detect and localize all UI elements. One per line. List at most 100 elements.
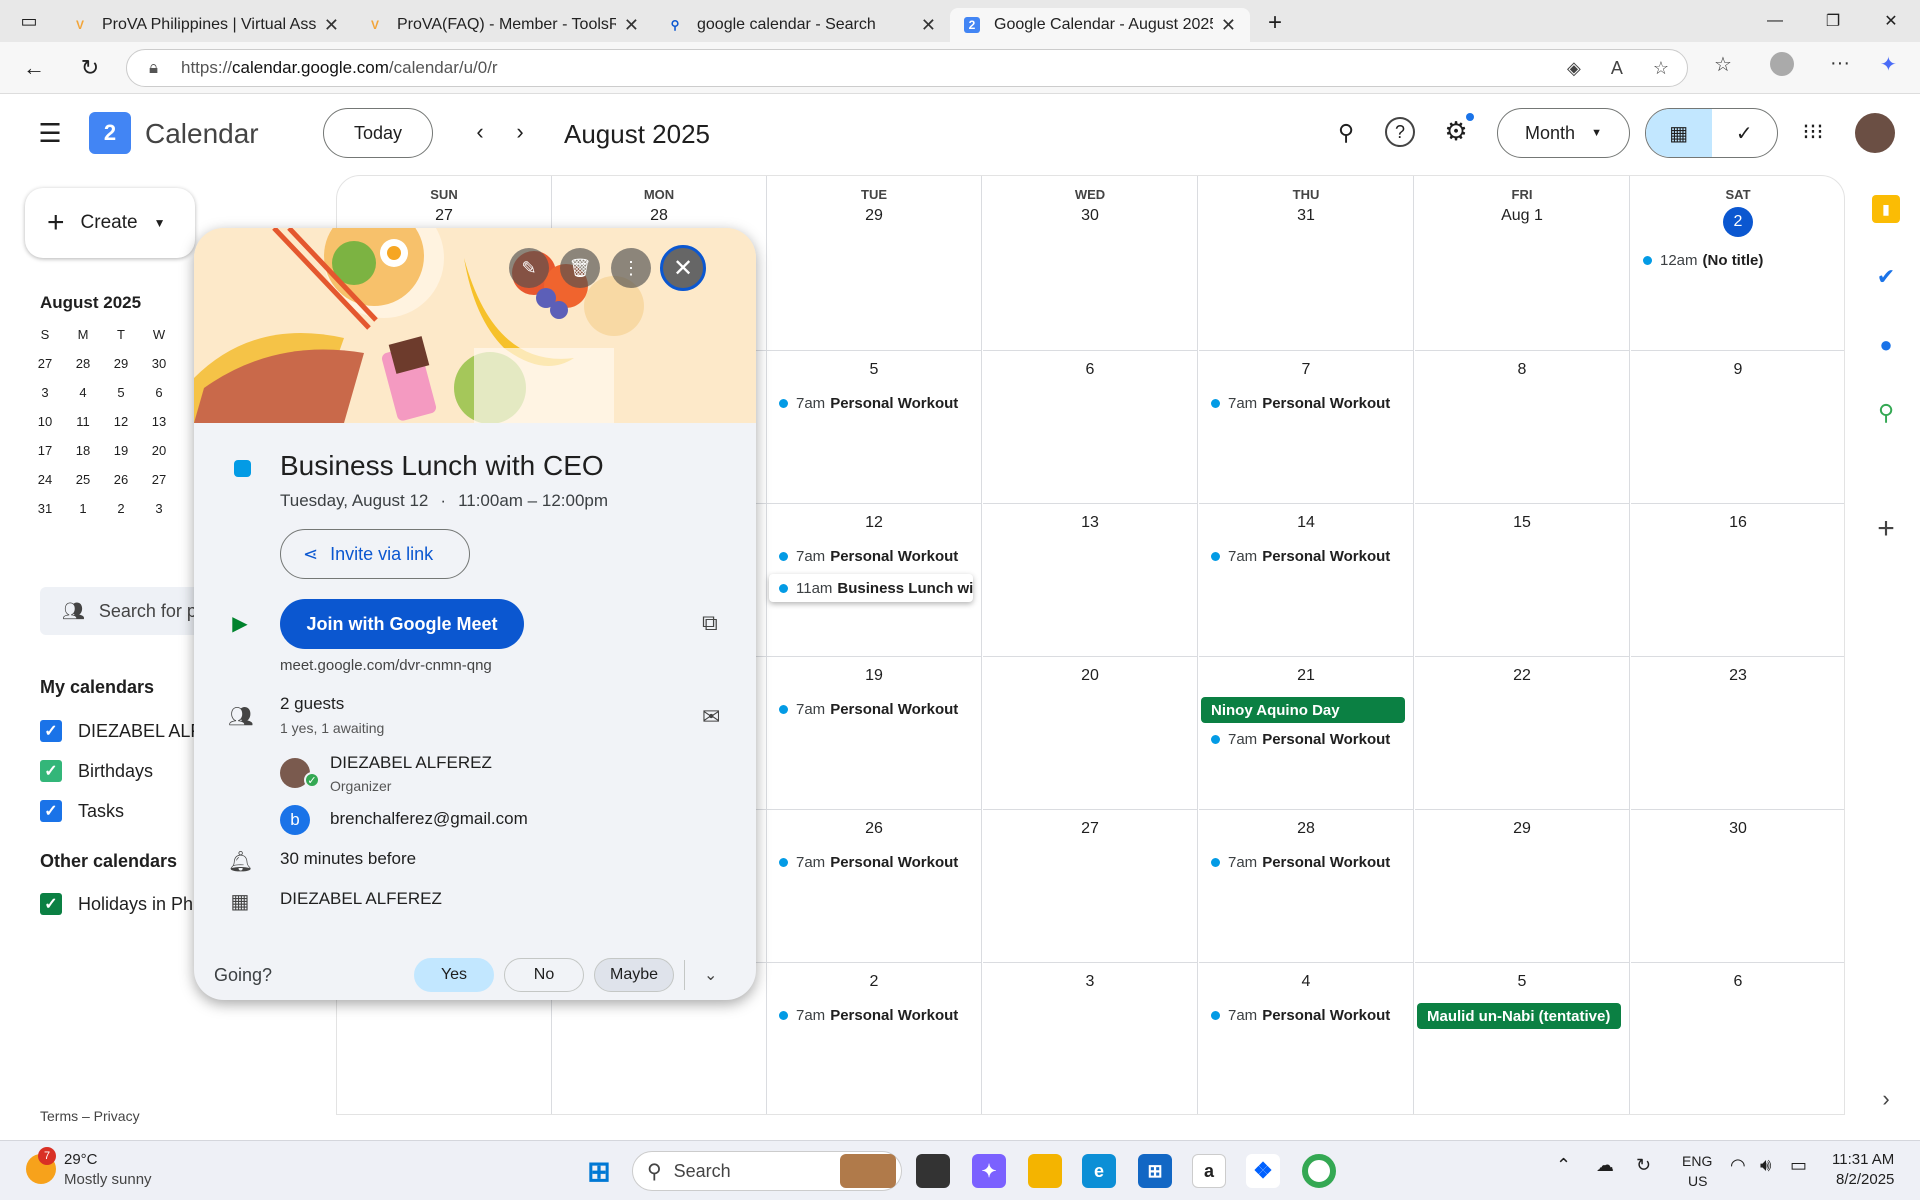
- new-tab-icon[interactable]: +: [1250, 9, 1300, 37]
- event-chip[interactable]: 7am Personal Workout: [779, 391, 973, 415]
- delete-trash-icon[interactable]: 🗑︎: [560, 248, 600, 288]
- prev-month-icon[interactable]: ‹: [465, 117, 495, 147]
- copilot-icon[interactable]: ✦: [1880, 52, 1897, 77]
- main-menu-icon[interactable]: ☰: [36, 118, 64, 148]
- day-cell[interactable]: 12 7am Personal Workout 11am Business Lunch …: [767, 504, 982, 657]
- day-cell[interactable]: 22: [1415, 657, 1630, 810]
- day-cell[interactable]: 21 Ninoy Aquino Day 7am Personal Workout: [1199, 657, 1414, 810]
- day-number[interactable]: 3: [983, 973, 1197, 991]
- close-tab-icon[interactable]: ✕: [624, 15, 639, 36]
- my-calendars-heading[interactable]: My calendars: [40, 677, 154, 698]
- day-cell[interactable]: 30: [1631, 810, 1844, 963]
- apps-grid-icon[interactable]: ⁝⁝⁝: [1798, 117, 1828, 147]
- clock-date[interactable]: 8/2/2025: [1836, 1171, 1894, 1188]
- day-cell[interactable]: 19 7am Personal Workout: [767, 657, 982, 810]
- tasks-view-icon[interactable]: ✓: [1712, 109, 1778, 157]
- holiday-event-chip[interactable]: Ninoy Aquino Day: [1201, 697, 1405, 723]
- task-view-icon[interactable]: [916, 1154, 950, 1188]
- search-icon[interactable]: ⚲: [1330, 117, 1362, 149]
- day-cell[interactable]: 2 7am Personal Workout: [767, 963, 982, 1114]
- event-chip[interactable]: 7am Personal Workout: [1211, 544, 1405, 568]
- day-cell[interactable]: 20: [983, 657, 1198, 810]
- day-number[interactable]: 21: [1199, 667, 1413, 685]
- view-select[interactable]: Month ▼: [1497, 108, 1630, 158]
- day-number[interactable]: 12: [767, 514, 981, 532]
- mini-day[interactable]: 26: [102, 472, 140, 487]
- day-number[interactable]: Aug 1: [1415, 207, 1629, 225]
- maps-icon[interactable]: ⚲: [1872, 399, 1900, 427]
- checkbox-checked-icon[interactable]: ✓: [40, 800, 62, 822]
- day-cell[interactable]: 7 7am Personal Workout: [1199, 351, 1414, 504]
- mini-day[interactable]: 19: [102, 443, 140, 458]
- invite-via-link-button[interactable]: ⋖ Invite via link: [280, 529, 470, 579]
- day-number[interactable]: 22: [1415, 667, 1629, 685]
- mini-day[interactable]: 17: [26, 443, 64, 458]
- browser-tab[interactable]: ⚲ google calendar - Search ✕: [653, 8, 950, 42]
- add-addon-icon[interactable]: +: [1872, 512, 1900, 545]
- day-number[interactable]: 15: [1415, 514, 1629, 532]
- day-cell[interactable]: 27: [983, 810, 1198, 963]
- favorites-icon[interactable]: ☆: [1714, 52, 1732, 77]
- day-number[interactable]: 8: [1415, 361, 1629, 379]
- mini-day[interactable]: 27: [26, 356, 64, 371]
- other-calendars-heading[interactable]: Other calendars: [40, 851, 177, 872]
- event-chip[interactable]: 7am Personal Workout: [779, 544, 973, 568]
- contacts-icon[interactable]: ●: [1872, 331, 1900, 359]
- favorite-star-icon[interactable]: ☆: [1653, 58, 1669, 79]
- event-chip[interactable]: 7am Personal Workout: [779, 697, 973, 721]
- mini-day[interactable]: 11: [64, 414, 102, 429]
- region-indicator[interactable]: US: [1688, 1173, 1707, 1189]
- day-number[interactable]: 26: [767, 820, 981, 838]
- mini-day[interactable]: 10: [26, 414, 64, 429]
- close-popup-icon[interactable]: ✕: [660, 245, 706, 291]
- store-icon[interactable]: ⊞: [1138, 1154, 1172, 1188]
- day-number[interactable]: 29: [767, 207, 981, 225]
- mini-day[interactable]: 29: [102, 356, 140, 371]
- day-number[interactable]: 30: [1631, 820, 1844, 838]
- reload-icon[interactable]: ↻: [72, 50, 108, 86]
- expand-panel-icon[interactable]: ›: [1872, 1085, 1900, 1113]
- close-tab-icon[interactable]: ✕: [921, 15, 936, 36]
- holiday-event-chip[interactable]: Maulid un-Nabi (tentative): [1417, 1003, 1621, 1029]
- close-window-icon[interactable]: ✕: [1862, 0, 1920, 42]
- checkbox-checked-icon[interactable]: ✓: [40, 893, 62, 915]
- day-number[interactable]: 14: [1199, 514, 1413, 532]
- language-indicator[interactable]: ENG: [1682, 1153, 1712, 1169]
- day-number[interactable]: 13: [983, 514, 1197, 532]
- volume-icon[interactable]: 🔊︎: [1760, 1155, 1771, 1176]
- email-guests-icon[interactable]: ✉: [702, 704, 720, 730]
- mini-day[interactable]: 6: [140, 385, 178, 400]
- mini-day[interactable]: 31: [26, 501, 64, 516]
- event-chip[interactable]: 7am Personal Workout: [779, 1003, 973, 1027]
- chrome-icon[interactable]: [1302, 1154, 1336, 1188]
- tasks-icon[interactable]: ✔: [1872, 263, 1900, 291]
- day-number[interactable]: 27: [983, 820, 1197, 838]
- browser-tab[interactable]: V ProVA(FAQ) - Member - ToolsReso ✕: [353, 8, 653, 42]
- day-cell[interactable]: 15: [1415, 504, 1630, 657]
- battery-icon[interactable]: ▭: [1790, 1155, 1807, 1176]
- day-number[interactable]: 28: [552, 207, 766, 225]
- maximize-icon[interactable]: ❐: [1804, 0, 1862, 42]
- day-number[interactable]: 30: [983, 207, 1197, 225]
- checkbox-checked-icon[interactable]: ✓: [40, 720, 62, 742]
- day-cell[interactable]: 29: [1415, 810, 1630, 963]
- browser-tab-active[interactable]: 2 Google Calendar - August 2025 ✕: [950, 8, 1250, 42]
- minimize-icon[interactable]: —: [1746, 0, 1804, 42]
- calendar-item[interactable]: ✓ Birthdays: [40, 760, 153, 782]
- day-number[interactable]: 16: [1631, 514, 1844, 532]
- next-month-icon[interactable]: ›: [505, 117, 535, 147]
- mini-day[interactable]: 3: [140, 501, 178, 516]
- day-cell[interactable]: 8: [1415, 351, 1630, 504]
- event-chip[interactable]: 7am Personal Workout: [1211, 850, 1405, 874]
- day-cell[interactable]: THU 31: [1199, 176, 1414, 351]
- join-google-meet-button[interactable]: Join with Google Meet: [280, 599, 524, 649]
- day-cell[interactable]: SAT 2 12am (No title): [1631, 176, 1844, 351]
- mini-day[interactable]: 13: [140, 414, 178, 429]
- create-button[interactable]: + Create ▼: [25, 188, 195, 258]
- day-cell[interactable]: 5 Maulid un-Nabi (tentative): [1415, 963, 1630, 1114]
- terms-privacy-link[interactable]: Terms – Privacy: [40, 1108, 140, 1124]
- mini-day[interactable]: 30: [140, 356, 178, 371]
- mini-day[interactable]: 5: [102, 385, 140, 400]
- edit-pencil-icon[interactable]: ✎: [509, 248, 549, 288]
- mini-day[interactable]: 12: [102, 414, 140, 429]
